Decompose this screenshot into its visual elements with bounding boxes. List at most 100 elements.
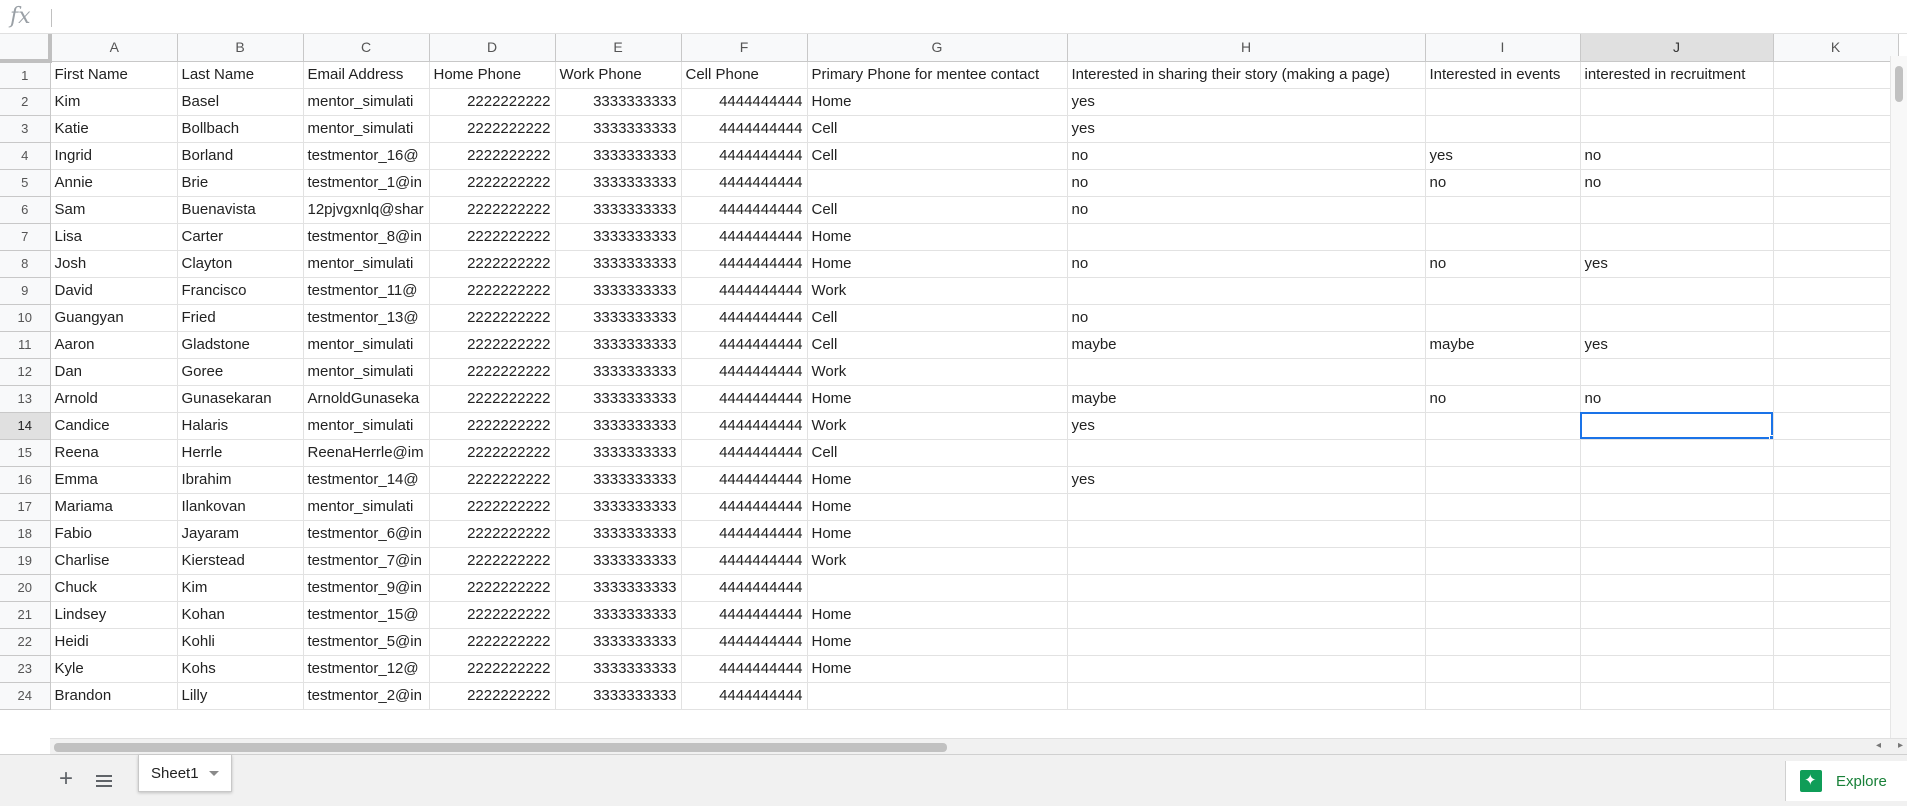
cell-f1[interactable]: Cell Phone (681, 61, 808, 89)
cell-i4[interactable]: yes (1425, 142, 1581, 170)
cell-d18[interactable]: 2222222222 (429, 520, 556, 548)
cell-f23[interactable]: 4444444444 (681, 655, 808, 683)
cell-a23[interactable]: Kyle (50, 655, 178, 683)
row-number-23[interactable]: 23 (0, 655, 51, 683)
cell-h1[interactable]: Interested in sharing their story (makin… (1067, 61, 1426, 89)
cell-d8[interactable]: 2222222222 (429, 250, 556, 278)
selection-fill-handle[interactable] (1768, 434, 1772, 438)
cell-e18[interactable]: 3333333333 (555, 520, 682, 548)
row-number-8[interactable]: 8 (0, 250, 51, 278)
cell-c24[interactable]: testmentor_2@in (303, 682, 430, 710)
cell-e15[interactable]: 3333333333 (555, 439, 682, 467)
cell-f22[interactable]: 4444444444 (681, 628, 808, 656)
cell-h12[interactable] (1067, 358, 1426, 386)
cell-e9[interactable]: 3333333333 (555, 277, 682, 305)
cell-c6[interactable]: 12pjvgxnlq@shar (303, 196, 430, 224)
cell-k5[interactable] (1773, 169, 1899, 197)
cell-c2[interactable]: mentor_simulati (303, 88, 430, 116)
cell-h11[interactable]: maybe (1067, 331, 1426, 359)
cell-e5[interactable]: 3333333333 (555, 169, 682, 197)
cell-g19[interactable]: Work (807, 547, 1068, 575)
cell-e4[interactable]: 3333333333 (555, 142, 682, 170)
column-header-h[interactable]: H (1067, 34, 1426, 62)
cell-g11[interactable]: Cell (807, 331, 1068, 359)
add-sheet-icon[interactable]: + (54, 767, 78, 791)
cell-i6[interactable] (1425, 196, 1581, 224)
cell-h24[interactable] (1067, 682, 1426, 710)
cell-f14[interactable]: 4444444444 (681, 412, 808, 440)
cell-f15[interactable]: 4444444444 (681, 439, 808, 467)
row-number-4[interactable]: 4 (0, 142, 51, 170)
cell-g21[interactable]: Home (807, 601, 1068, 629)
cell-a18[interactable]: Fabio (50, 520, 178, 548)
cell-e20[interactable]: 3333333333 (555, 574, 682, 602)
cell-d10[interactable]: 2222222222 (429, 304, 556, 332)
cell-f2[interactable]: 4444444444 (681, 88, 808, 116)
column-header-a[interactable]: A (50, 34, 178, 62)
cell-d19[interactable]: 2222222222 (429, 547, 556, 575)
cell-a9[interactable]: David (50, 277, 178, 305)
cell-c14[interactable]: mentor_simulati (303, 412, 430, 440)
cell-i19[interactable] (1425, 547, 1581, 575)
column-header-j[interactable]: J (1580, 34, 1774, 62)
cell-h10[interactable]: no (1067, 304, 1426, 332)
cell-c15[interactable]: ReenaHerrle@im (303, 439, 430, 467)
cell-j2[interactable] (1580, 88, 1774, 116)
cell-j6[interactable] (1580, 196, 1774, 224)
cell-f4[interactable]: 4444444444 (681, 142, 808, 170)
cell-k20[interactable] (1773, 574, 1899, 602)
cell-d3[interactable]: 2222222222 (429, 115, 556, 143)
cell-b3[interactable]: Bollbach (177, 115, 304, 143)
cell-f6[interactable]: 4444444444 (681, 196, 808, 224)
cell-a12[interactable]: Dan (50, 358, 178, 386)
cell-d4[interactable]: 2222222222 (429, 142, 556, 170)
cell-a24[interactable]: Brandon (50, 682, 178, 710)
cell-c4[interactable]: testmentor_16@ (303, 142, 430, 170)
cell-e10[interactable]: 3333333333 (555, 304, 682, 332)
cell-h17[interactable] (1067, 493, 1426, 521)
cell-j19[interactable] (1580, 547, 1774, 575)
cell-c13[interactable]: ArnoldGunaseka (303, 385, 430, 413)
cell-f13[interactable]: 4444444444 (681, 385, 808, 413)
sheet-tab-dropdown-icon[interactable] (208, 770, 219, 776)
cell-k11[interactable] (1773, 331, 1899, 359)
cell-f10[interactable]: 4444444444 (681, 304, 808, 332)
cell-b8[interactable]: Clayton (177, 250, 304, 278)
cell-b22[interactable]: Kohli (177, 628, 304, 656)
cell-g5[interactable] (807, 169, 1068, 197)
row-number-15[interactable]: 15 (0, 439, 51, 467)
cell-a14[interactable]: Candice (50, 412, 178, 440)
cell-d1[interactable]: Home Phone (429, 61, 556, 89)
cell-c8[interactable]: mentor_simulati (303, 250, 430, 278)
row-number-13[interactable]: 13 (0, 385, 51, 413)
cell-d5[interactable]: 2222222222 (429, 169, 556, 197)
cell-c19[interactable]: testmentor_7@in (303, 547, 430, 575)
cell-e21[interactable]: 3333333333 (555, 601, 682, 629)
cell-h9[interactable] (1067, 277, 1426, 305)
column-header-i[interactable]: I (1425, 34, 1581, 62)
cell-b20[interactable]: Kim (177, 574, 304, 602)
cell-i24[interactable] (1425, 682, 1581, 710)
cell-k18[interactable] (1773, 520, 1899, 548)
cell-g14[interactable]: Work (807, 412, 1068, 440)
cell-b2[interactable]: Basel (177, 88, 304, 116)
cell-i7[interactable] (1425, 223, 1581, 251)
cell-j15[interactable] (1580, 439, 1774, 467)
cell-h5[interactable]: no (1067, 169, 1426, 197)
cell-f5[interactable]: 4444444444 (681, 169, 808, 197)
cell-i16[interactable] (1425, 466, 1581, 494)
select-all-corner[interactable] (0, 34, 52, 63)
cell-b17[interactable]: Ilankovan (177, 493, 304, 521)
cell-j4[interactable]: no (1580, 142, 1774, 170)
cell-g15[interactable]: Cell (807, 439, 1068, 467)
cell-a16[interactable]: Emma (50, 466, 178, 494)
cell-j14[interactable] (1580, 412, 1774, 440)
cell-e24[interactable]: 3333333333 (555, 682, 682, 710)
cell-g2[interactable]: Home (807, 88, 1068, 116)
cell-a7[interactable]: Lisa (50, 223, 178, 251)
cell-f9[interactable]: 4444444444 (681, 277, 808, 305)
cell-i9[interactable] (1425, 277, 1581, 305)
cell-j10[interactable] (1580, 304, 1774, 332)
row-number-14[interactable]: 14 (0, 412, 51, 440)
cell-k1[interactable] (1773, 61, 1899, 89)
